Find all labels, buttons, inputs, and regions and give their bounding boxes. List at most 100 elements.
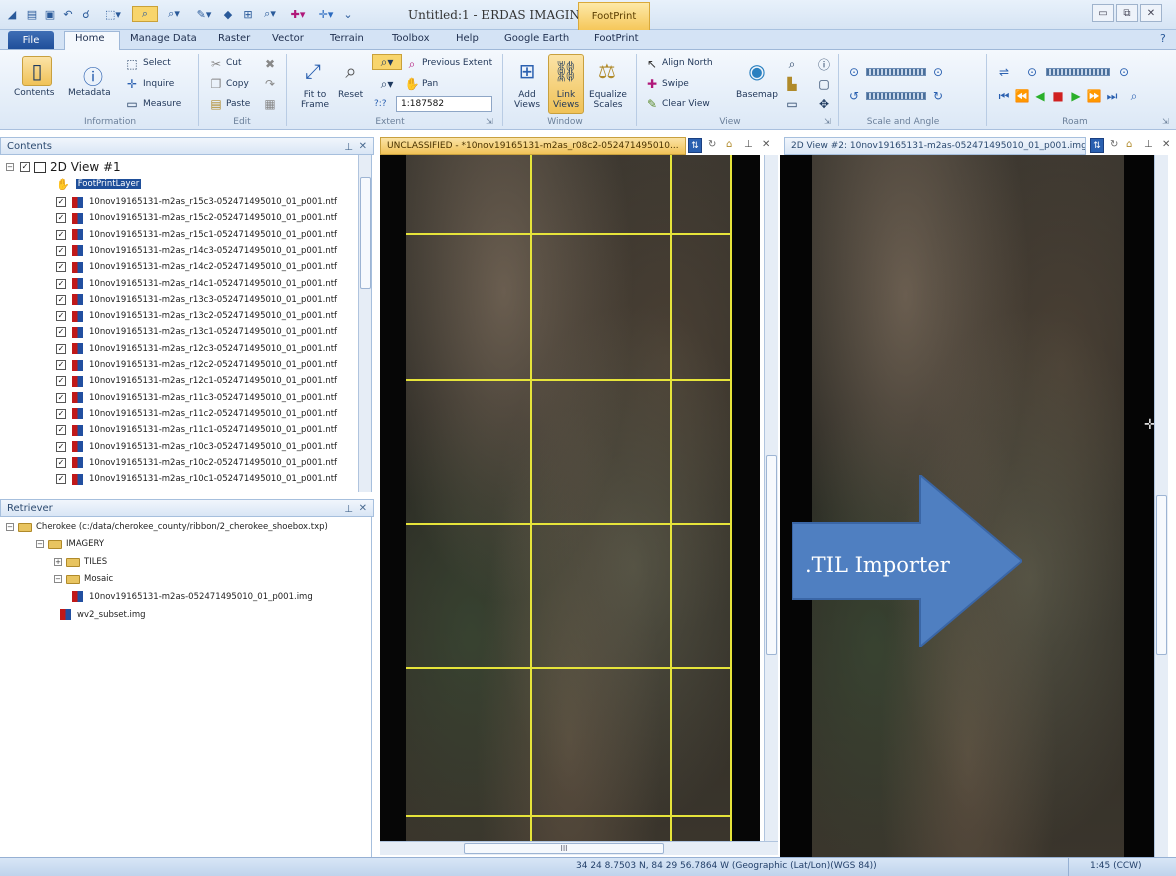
zoom-icon[interactable]: ⌕ xyxy=(784,56,800,72)
minimize-button[interactable]: ▭ xyxy=(1092,4,1114,22)
layer-row[interactable]: ✓ 10nov19165131-m2as_r13c3-052471495010_0… xyxy=(0,292,371,308)
pin-icon[interactable]: ⊥ xyxy=(344,142,353,153)
chart-icon[interactable]: ▙ xyxy=(784,76,800,92)
footprint-context-tab[interactable]: FootPrint xyxy=(578,2,650,30)
pin-icon[interactable]: ⊥ xyxy=(344,504,353,515)
grid-icon[interactable]: ⊞ xyxy=(240,6,256,22)
paste-button[interactable]: Paste xyxy=(226,99,250,109)
fit-to-frame-icon[interactable]: ⤢ xyxy=(298,56,328,86)
collapse-icon[interactable]: − xyxy=(36,540,44,548)
roam-mode-icon[interactable]: ⇌ xyxy=(996,64,1012,80)
tab-manage-data[interactable]: Manage Data xyxy=(130,33,197,44)
layer-checkbox[interactable]: ✓ xyxy=(56,311,66,322)
save-icon[interactable]: ▣ xyxy=(42,6,58,22)
expand-icon[interactable]: + xyxy=(54,558,62,566)
add-views-icon[interactable]: ⊞ xyxy=(512,56,542,86)
cross-blue-icon[interactable]: ✛▾ xyxy=(314,6,338,22)
layer-checkbox[interactable]: ✓ xyxy=(56,343,66,354)
roam-reset-icon[interactable]: ⊙ xyxy=(1116,64,1132,80)
view1-hscroll[interactable]: III xyxy=(380,841,778,855)
inquire-icon[interactable]: ☌ xyxy=(78,6,94,22)
inquire-tool-icon[interactable]: ✛ xyxy=(124,76,140,92)
contents-scrollbar[interactable] xyxy=(358,155,371,492)
angle-slider[interactable] xyxy=(866,92,926,100)
align-north-button[interactable]: Align North xyxy=(662,58,713,68)
view1-sync-icon[interactable]: ⇅ xyxy=(688,138,702,153)
open-icon[interactable]: ▤ xyxy=(24,6,40,22)
mosaic-file-row[interactable]: 10nov19165131-m2as-052471495010_01_p001.… xyxy=(72,591,313,602)
magnify-icon[interactable]: ⌕▾ xyxy=(258,6,282,22)
roam-reverse-icon[interactable]: ◀ xyxy=(1032,88,1048,104)
layer-checkbox[interactable]: ✓ xyxy=(56,360,66,370)
pan-button[interactable]: Pan xyxy=(422,79,438,89)
cut-icon[interactable]: ✂ xyxy=(208,56,224,72)
layer-checkbox[interactable]: ✓ xyxy=(56,278,66,289)
undo-icon[interactable]: ↶ xyxy=(60,6,76,22)
select-icon[interactable]: ⬚▾ xyxy=(98,6,128,22)
link-views-button[interactable]: Link Views xyxy=(548,90,584,110)
customize-icon[interactable]: ⌄ xyxy=(340,6,356,22)
info-icon[interactable]: ⓘ xyxy=(816,56,832,72)
zoom-out-icon[interactable]: ⌕▾ xyxy=(162,6,186,22)
view1-refresh-icon[interactable]: ↻ xyxy=(708,139,716,150)
contents-button[interactable]: Contents xyxy=(14,88,54,98)
frame-icon[interactable]: ▭ xyxy=(784,96,800,112)
collapse-icon[interactable]: − xyxy=(54,575,62,583)
layer-row[interactable]: ✓ 10nov19165131-m2as_r14c3-052471495010_0… xyxy=(0,243,371,259)
layer-row[interactable]: ✓ 10nov19165131-m2as_r10c1-052471495010_0… xyxy=(0,471,371,487)
layer-row[interactable]: ✓ 10nov19165131-m2as_r10c2-052471495010_0… xyxy=(0,455,371,471)
layer-row[interactable]: ✓ 10nov19165131-m2as_r12c1-052471495010_0… xyxy=(0,373,371,389)
measure-button[interactable]: Measure xyxy=(143,99,181,109)
view2-tab[interactable]: 2D View #2: 10nov19165131-m2as-052471495… xyxy=(784,137,1086,155)
checkbox[interactable]: ✓ xyxy=(20,162,30,172)
cut-button[interactable]: Cut xyxy=(226,58,242,68)
fill-icon[interactable]: ◆ xyxy=(220,6,236,22)
tab-vector[interactable]: Vector xyxy=(272,33,304,44)
layer-row[interactable]: ✓ 10nov19165131-m2as_r12c3-052471495010_0… xyxy=(0,341,371,357)
layer-checkbox[interactable]: ✓ xyxy=(56,376,66,387)
tiles-row[interactable]: + TILES xyxy=(54,557,107,567)
collapse-icon[interactable]: − xyxy=(6,523,14,531)
layer-row[interactable]: ✓ 10nov19165131-m2as_r11c3-052471495010_0… xyxy=(0,390,371,406)
scrollbar-thumb[interactable] xyxy=(766,455,777,655)
view2-refresh-icon[interactable]: ↻ xyxy=(1110,139,1118,150)
scale-slider[interactable] xyxy=(866,68,926,76)
zoom-in-tool-icon[interactable]: ⌕▾ xyxy=(372,54,402,70)
view1-canvas[interactable] xyxy=(380,155,760,841)
select-tool-icon[interactable]: ⬚ xyxy=(124,56,140,72)
roam-stop-icon[interactable]: ■ xyxy=(1050,88,1066,104)
roam-step-forward-icon[interactable]: ⏩ xyxy=(1086,88,1102,104)
align-north-icon[interactable]: ↖ xyxy=(644,56,660,72)
tab-google-earth[interactable]: Google Earth xyxy=(504,33,569,44)
close-icon[interactable]: ✕ xyxy=(359,503,367,514)
roam-play-icon[interactable]: ▶ xyxy=(1068,88,1084,104)
view2-lock-icon[interactable]: ⌂ xyxy=(1126,139,1132,150)
swipe-icon[interactable]: ✚ xyxy=(644,76,660,92)
app-icon[interactable]: ◢ xyxy=(4,6,20,22)
view-dialog-launcher-icon[interactable]: ⇲ xyxy=(824,117,831,126)
layer-checkbox[interactable]: ✓ xyxy=(56,327,66,338)
contents-icon[interactable]: ▯ xyxy=(22,56,52,86)
roam-speed-icon[interactable]: ⊙ xyxy=(1024,64,1040,80)
layer-checkbox[interactable]: ✓ xyxy=(56,392,66,403)
box-icon[interactable]: ▢ xyxy=(816,76,832,92)
extent-dialog-launcher-icon[interactable]: ⇲ xyxy=(486,117,493,126)
metadata-icon[interactable]: ⓘ xyxy=(78,60,108,90)
mosaic-row[interactable]: − Mosaic xyxy=(54,574,113,584)
layer-row[interactable]: ✓ 10nov19165131-m2as_r13c2-052471495010_0… xyxy=(0,308,371,324)
layer-row[interactable]: ✓ 10nov19165131-m2as_r15c3-052471495010_0… xyxy=(0,194,371,210)
reset-zoom-icon[interactable]: ⌕ xyxy=(336,56,366,86)
compass-icon[interactable]: ✥ xyxy=(816,96,832,112)
redo-icon[interactable]: ↷ xyxy=(262,76,278,92)
tab-help[interactable]: Help xyxy=(456,33,479,44)
layer-row[interactable]: ✓ 10nov19165131-m2as_r13c1-052471495010_0… xyxy=(0,324,371,340)
reset-button[interactable]: Reset xyxy=(338,90,363,100)
rotate-left-icon[interactable]: ↺ xyxy=(846,88,862,104)
help-icon[interactable]: ? xyxy=(1160,32,1166,45)
scale-input[interactable]: 1:187582 xyxy=(396,96,492,112)
scale-help-icon[interactable]: ?:? xyxy=(374,99,387,109)
copy-button[interactable]: Copy xyxy=(226,79,249,89)
inquire-button[interactable]: Inquire xyxy=(143,79,174,89)
pencil-icon[interactable]: ✎▾ xyxy=(192,6,216,22)
view2-vscroll[interactable] xyxy=(1154,155,1168,859)
